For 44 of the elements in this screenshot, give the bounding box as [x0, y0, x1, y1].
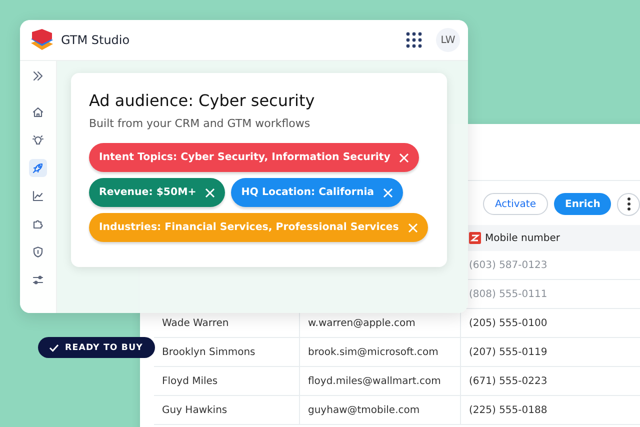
app-title: GTM Studio: [61, 33, 130, 47]
logo-icon: [29, 28, 55, 52]
table-cell: (225) 555-0188: [469, 404, 548, 416]
filter-tag[interactable]: Intent Topics: Cyber Security, Information Security: [89, 143, 420, 172]
close-icon[interactable]: [399, 152, 410, 162]
table-cell: Wade Warren: [162, 318, 229, 328]
home-icon: [32, 106, 44, 118]
table-cell: (207) 555-0119: [469, 346, 548, 358]
table-cell: (671) 555-0223: [469, 376, 548, 386]
card-title: Ad audience: Cyber security: [89, 91, 316, 110]
table-cell: guyhaw@tmobile.com: [308, 404, 420, 416]
more-button[interactable]: [617, 192, 640, 216]
activate-button[interactable]: Activate: [483, 193, 548, 215]
rocket-icon: [32, 162, 44, 174]
enrich-button[interactable]: Enrich: [554, 193, 612, 215]
app-logo-icon: [469, 232, 481, 244]
shield-icon: [32, 246, 44, 258]
table-cell: (808) 555-0111: [469, 288, 548, 300]
user-avatar[interactable]: LW: [436, 28, 460, 52]
idea-icon: [32, 134, 44, 146]
puzzle-icon: [32, 218, 44, 230]
table-cell: w.warren@apple.com: [308, 318, 416, 328]
table-cell: Floyd Miles: [162, 376, 218, 386]
close-icon[interactable]: [383, 188, 394, 198]
table-cell: (205) 555-0100: [469, 318, 548, 328]
rocket-nav-item[interactable]: [29, 159, 47, 177]
column-header: Mobile number: [485, 232, 560, 244]
card-subtitle: Built from your CRM and GTM workflows: [89, 117, 312, 130]
table-cell: (603) 587-0123: [469, 260, 548, 270]
sliders-icon: [32, 274, 44, 286]
filter-tag[interactable]: Industries: Financial Services, Professional Services: [89, 213, 428, 242]
apps-grid-icon[interactable]: [406, 32, 422, 48]
status-badge: READY TO BUY: [38, 337, 155, 358]
table-cell: floyd.miles@wallmart.com: [308, 376, 441, 386]
check-icon: [49, 344, 59, 352]
table-cell: Brooklyn Simmons: [162, 346, 256, 358]
filter-tag[interactable]: HQ Location: California: [231, 178, 404, 207]
expand-icon: [32, 70, 44, 82]
chart-icon: [32, 190, 44, 202]
table-cell: Guy Hawkins: [162, 404, 228, 416]
table-cell: brook.sim@microsoft.com: [308, 346, 438, 358]
filter-tag[interactable]: Revenue: $50M+: [89, 178, 226, 207]
more-icon: [626, 197, 631, 211]
close-icon[interactable]: [205, 188, 216, 198]
